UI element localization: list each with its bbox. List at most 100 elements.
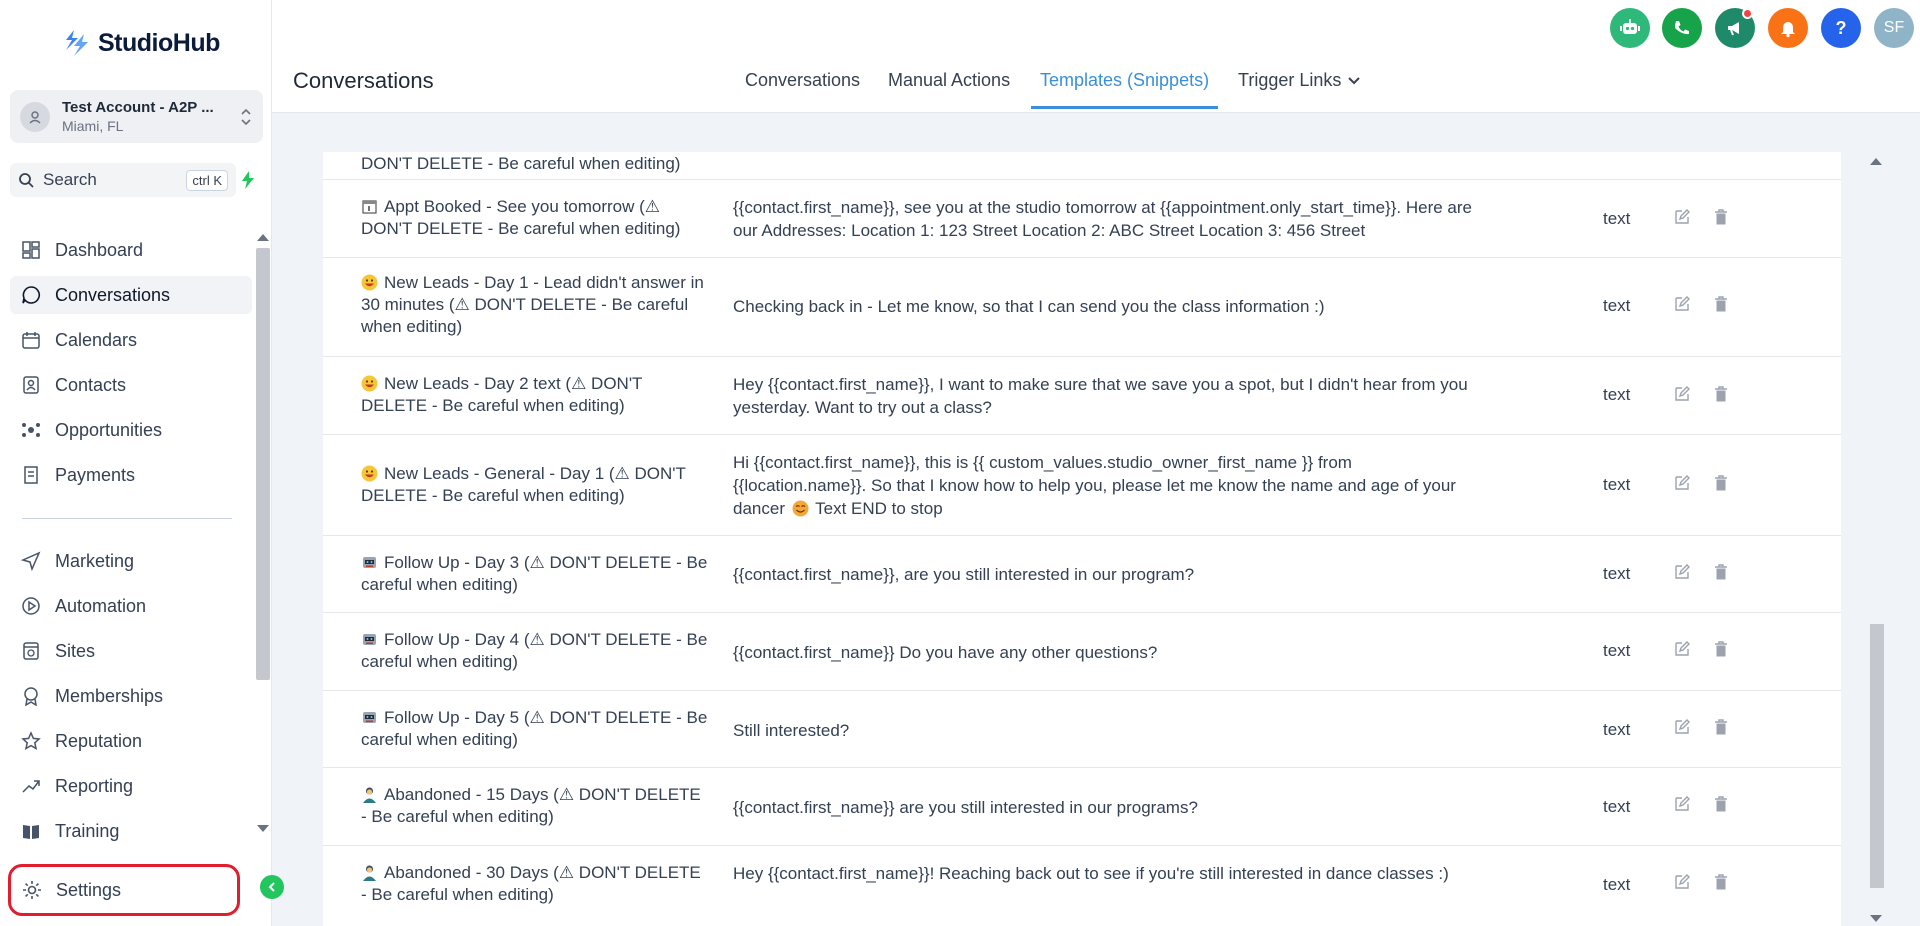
edit-button[interactable] — [1671, 472, 1693, 494]
nav-training[interactable]: Training — [10, 812, 252, 850]
chevron-down-icon — [1348, 77, 1361, 85]
scroll-thumb[interactable] — [256, 248, 270, 680]
delete-button[interactable] — [1710, 383, 1732, 405]
template-name: Follow Up - Day 4 (⚠ DON'T DELETE - Be c… — [361, 629, 711, 673]
template-body-text: Text END to stop — [815, 499, 943, 518]
receipt-icon — [20, 464, 42, 486]
nav-sites[interactable]: Sites — [10, 632, 252, 670]
scroll-up-arrow[interactable] — [257, 234, 269, 241]
announcements-button[interactable] — [1715, 8, 1755, 48]
opportunities-icon — [20, 419, 42, 441]
edit-button[interactable] — [1671, 206, 1693, 228]
nav-label: Calendars — [55, 329, 138, 350]
delete-button[interactable] — [1710, 293, 1732, 315]
edit-button[interactable] — [1671, 716, 1693, 738]
nav-reporting[interactable]: Reporting — [10, 767, 252, 805]
trash-icon — [1715, 641, 1727, 657]
nav-opportunities[interactable]: Opportunities — [10, 411, 252, 449]
tab-templates[interactable]: Templates (Snippets) — [1031, 70, 1219, 110]
table-row[interactable]: Follow Up - Day 5 (⚠ DON'T DELETE - Be c… — [323, 691, 1841, 768]
nav-label: Memberships — [55, 685, 164, 706]
robot-icon — [1620, 19, 1640, 34]
collapse-sidebar-button[interactable] — [260, 875, 284, 899]
search-shortcut: ctrl K — [186, 169, 228, 191]
nav-calendars[interactable]: Calendars — [10, 321, 252, 359]
brand-logo[interactable]: StudioHub — [64, 28, 220, 58]
search-button[interactable]: Search ctrl K — [10, 163, 236, 197]
scroll-down-arrow[interactable] — [257, 825, 269, 832]
tab-conversations[interactable]: Conversations — [745, 70, 860, 110]
tab-manual-actions[interactable]: Manual Actions — [888, 70, 1010, 110]
sidebar-scrollbar[interactable] — [252, 230, 272, 840]
ai-bot-button[interactable] — [1610, 8, 1650, 48]
table-row[interactable]: Abandoned - 15 Days (⚠ DON'T DELETE - Be… — [323, 768, 1841, 846]
nav-payments[interactable]: Payments — [10, 456, 252, 494]
header-actions: ? SF — [1610, 8, 1920, 48]
pencil-icon — [1675, 386, 1690, 401]
quick-action-button[interactable] — [233, 163, 263, 197]
scroll-down-arrow[interactable] — [1870, 915, 1882, 922]
chevron-left-icon — [268, 882, 275, 892]
table-row[interactable]: Follow Up - Day 3 (⚠ DON'T DELETE - Be c… — [323, 536, 1841, 613]
nav-label: Conversations — [55, 284, 171, 305]
delete-button[interactable] — [1710, 638, 1732, 660]
template-type: text — [1603, 564, 1631, 583]
template-type: text — [1603, 296, 1631, 315]
nav-reputation[interactable]: Reputation — [10, 722, 252, 760]
book-icon — [20, 820, 42, 842]
template-name-text: Follow Up - Day 3 (⚠ DON'T DELETE - Be c… — [361, 553, 708, 594]
table-row[interactable]: New Leads - Day 1 - Lead didn't answer i… — [323, 258, 1841, 357]
edit-button[interactable] — [1671, 561, 1693, 583]
pencil-icon — [1675, 475, 1690, 490]
notifications-button[interactable] — [1768, 8, 1808, 48]
person-emoji-icon — [363, 787, 376, 803]
content-scrollbar[interactable] — [1866, 152, 1886, 926]
edit-button[interactable] — [1671, 793, 1693, 815]
edit-button[interactable] — [1671, 383, 1693, 405]
trash-icon — [1715, 386, 1727, 402]
table-row[interactable]: New Leads - Day 2 text (⚠ DON'T DELETE -… — [323, 357, 1841, 435]
template-type: text — [1603, 797, 1631, 816]
delete-button[interactable] — [1710, 716, 1732, 738]
edit-button[interactable] — [1671, 871, 1693, 893]
template-name: Follow Up - Day 3 (⚠ DON'T DELETE - Be c… — [361, 552, 711, 596]
template-body: {{contact.first_name}}, are you still in… — [733, 565, 1195, 584]
nav-divider — [22, 518, 232, 519]
edit-button[interactable] — [1671, 638, 1693, 660]
table-row[interactable]: DON'T DELETE - Be careful when editing) — [323, 152, 1841, 180]
nav-settings[interactable]: Settings — [8, 864, 240, 916]
nav-memberships[interactable]: Memberships — [10, 677, 252, 715]
phone-button[interactable] — [1662, 8, 1702, 48]
table-row[interactable]: Abandoned - 30 Days (⚠ DON'T DELETE - Be… — [323, 846, 1841, 926]
template-body: {{contact.first_name}}, see you at the s… — [733, 198, 1472, 240]
nav-conversations[interactable]: Conversations — [10, 276, 252, 314]
robot-emoji-icon — [363, 634, 376, 645]
delete-button[interactable] — [1710, 561, 1732, 583]
table-row[interactable]: Follow Up - Day 4 (⚠ DON'T DELETE - Be c… — [323, 613, 1841, 691]
tab-trigger-links[interactable]: Trigger Links — [1238, 70, 1361, 110]
nav-automation[interactable]: Automation — [10, 587, 252, 625]
bell-icon — [1781, 22, 1795, 38]
table-row[interactable]: Appt Booked - See you tomorrow (⚠ DON'T … — [323, 181, 1841, 258]
nav-marketing[interactable]: Marketing — [10, 542, 252, 580]
nav-dashboard[interactable]: Dashboard — [10, 231, 252, 269]
delete-button[interactable] — [1710, 871, 1732, 893]
table-row[interactable]: New Leads - General - Day 1 (⚠ DON'T DEL… — [323, 435, 1841, 536]
account-switcher[interactable]: Test Account - A2P ... Miami, FL — [10, 90, 263, 143]
delete-button[interactable] — [1710, 793, 1732, 815]
template-name-text: New Leads - General - Day 1 (⚠ DON'T DEL… — [361, 464, 686, 505]
help-button[interactable]: ? — [1821, 8, 1861, 48]
delete-button[interactable] — [1710, 472, 1732, 494]
scroll-up-arrow[interactable] — [1870, 158, 1882, 165]
template-body: {{contact.first_name}} Do you have any o… — [733, 643, 1158, 662]
edit-button[interactable] — [1671, 293, 1693, 315]
active-tab-indicator — [1031, 106, 1219, 109]
scroll-thumb[interactable] — [1870, 624, 1884, 888]
user-avatar[interactable]: SF — [1874, 8, 1914, 48]
grinning-emoji-icon — [361, 274, 378, 291]
pencil-icon — [1675, 796, 1690, 811]
template-name-text: Follow Up - Day 4 (⚠ DON'T DELETE - Be c… — [361, 630, 708, 671]
delete-button[interactable] — [1710, 206, 1732, 228]
tab-label: Conversations — [745, 70, 861, 90]
nav-contacts[interactable]: Contacts — [10, 366, 252, 404]
